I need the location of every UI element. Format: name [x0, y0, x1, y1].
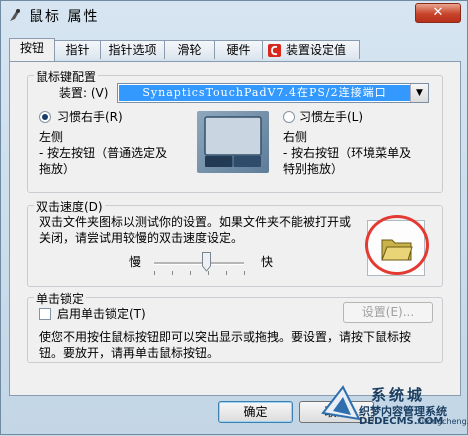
touchpad-icon — [204, 116, 262, 167]
left-side-desc-2: 拖放） — [39, 162, 76, 176]
mouse-properties-window: 鼠标 属性 ✕ 按钮 指针 指针选项 滑轮 硬件 装置设定值 鼠标键配置 装置:… — [0, 0, 468, 435]
tab-hardware[interactable]: 硬件 — [214, 40, 263, 59]
left-handed-radio[interactable] — [283, 111, 295, 123]
click-lock-settings-button[interactable]: 设置(E)... — [343, 302, 433, 323]
click-lock-checkbox[interactable] — [39, 308, 51, 320]
button-config-title: 鼠标键配置 — [34, 68, 99, 85]
tab-pointer-options[interactable]: 指针选项 — [100, 40, 165, 59]
close-button[interactable]: ✕ — [415, 3, 461, 23]
slow-label: 慢 — [129, 255, 142, 269]
slider-tick — [244, 271, 245, 275]
double-click-desc-1: 双击文件夹图标以测试你的设置。如果文件夹不能被打开或 — [39, 215, 352, 229]
right-handed-label[interactable]: 习惯右手(R) — [57, 109, 123, 125]
synaptics-icon — [268, 44, 281, 57]
right-side-desc-2: 特别拖放） — [283, 162, 344, 176]
watermark-line3: xitongcheng.com — [417, 417, 468, 426]
device-selected-value: SynapticsTouchPadV7.4在PS/2连接端口 — [119, 85, 410, 101]
tab-pointers[interactable]: 指针 — [54, 40, 101, 59]
touchpad-image — [197, 111, 269, 173]
right-handed-radio[interactable] — [39, 111, 51, 123]
device-select[interactable]: SynapticsTouchPadV7.4在PS/2连接端口 ▼ — [117, 83, 429, 103]
right-side-desc-1: - 按右按钮（环境菜单及 — [283, 146, 412, 160]
tab-device-settings[interactable]: 装置设定值 — [262, 40, 360, 59]
watermark-logo-icon — [321, 385, 361, 421]
window-title: 鼠标 属性 — [29, 9, 100, 25]
slider-tick — [154, 271, 155, 275]
click-lock-label[interactable]: 启用单击锁定(T) — [57, 306, 146, 322]
click-lock-title: 单击锁定 — [34, 290, 87, 307]
left-handed-label[interactable]: 习惯左手(L) — [299, 109, 363, 125]
ok-button[interactable]: 确定 — [218, 401, 293, 423]
slider-tick — [190, 271, 191, 275]
slider-tick — [226, 271, 227, 275]
highlight-circle — [365, 215, 429, 275]
mouse-icon — [10, 9, 20, 21]
watermark-brand: 系统城 — [371, 386, 426, 404]
left-side-title: 左侧 — [39, 130, 64, 144]
tab-buttons[interactable]: 按钮 — [9, 38, 55, 61]
right-side-title: 右侧 — [283, 130, 308, 144]
slider-tick — [172, 271, 173, 275]
double-click-speed-slider[interactable] — [154, 262, 244, 265]
title-bar[interactable]: 鼠标 属性 ✕ — [1, 1, 467, 29]
click-lock-desc-2: 钮。要放开，请再单击鼠标按钮。 — [39, 346, 220, 360]
double-click-title: 双击速度(D) — [34, 198, 105, 215]
watermark: 系统城 织梦内容管理系统 DEDECMS.COM xitongcheng.com — [319, 383, 468, 436]
device-label: 装置: (V) — [59, 86, 109, 100]
left-side-desc-1: - 按左按钮（普通选定及 — [39, 146, 168, 160]
chevron-down-icon[interactable]: ▼ — [410, 84, 428, 102]
fast-label: 快 — [261, 255, 274, 269]
tab-device-settings-label: 装置设定值 — [286, 43, 347, 57]
click-lock-desc-1: 使您不用按住鼠标按钮即可以突出显示或拖拽。要设置，请按下鼠标按 — [39, 330, 412, 344]
double-click-desc-2: 关闭，请尝试用较慢的双击速度设定。 — [39, 231, 244, 245]
slider-thumb[interactable] — [202, 252, 211, 272]
tab-wheel[interactable]: 滑轮 — [164, 40, 215, 59]
